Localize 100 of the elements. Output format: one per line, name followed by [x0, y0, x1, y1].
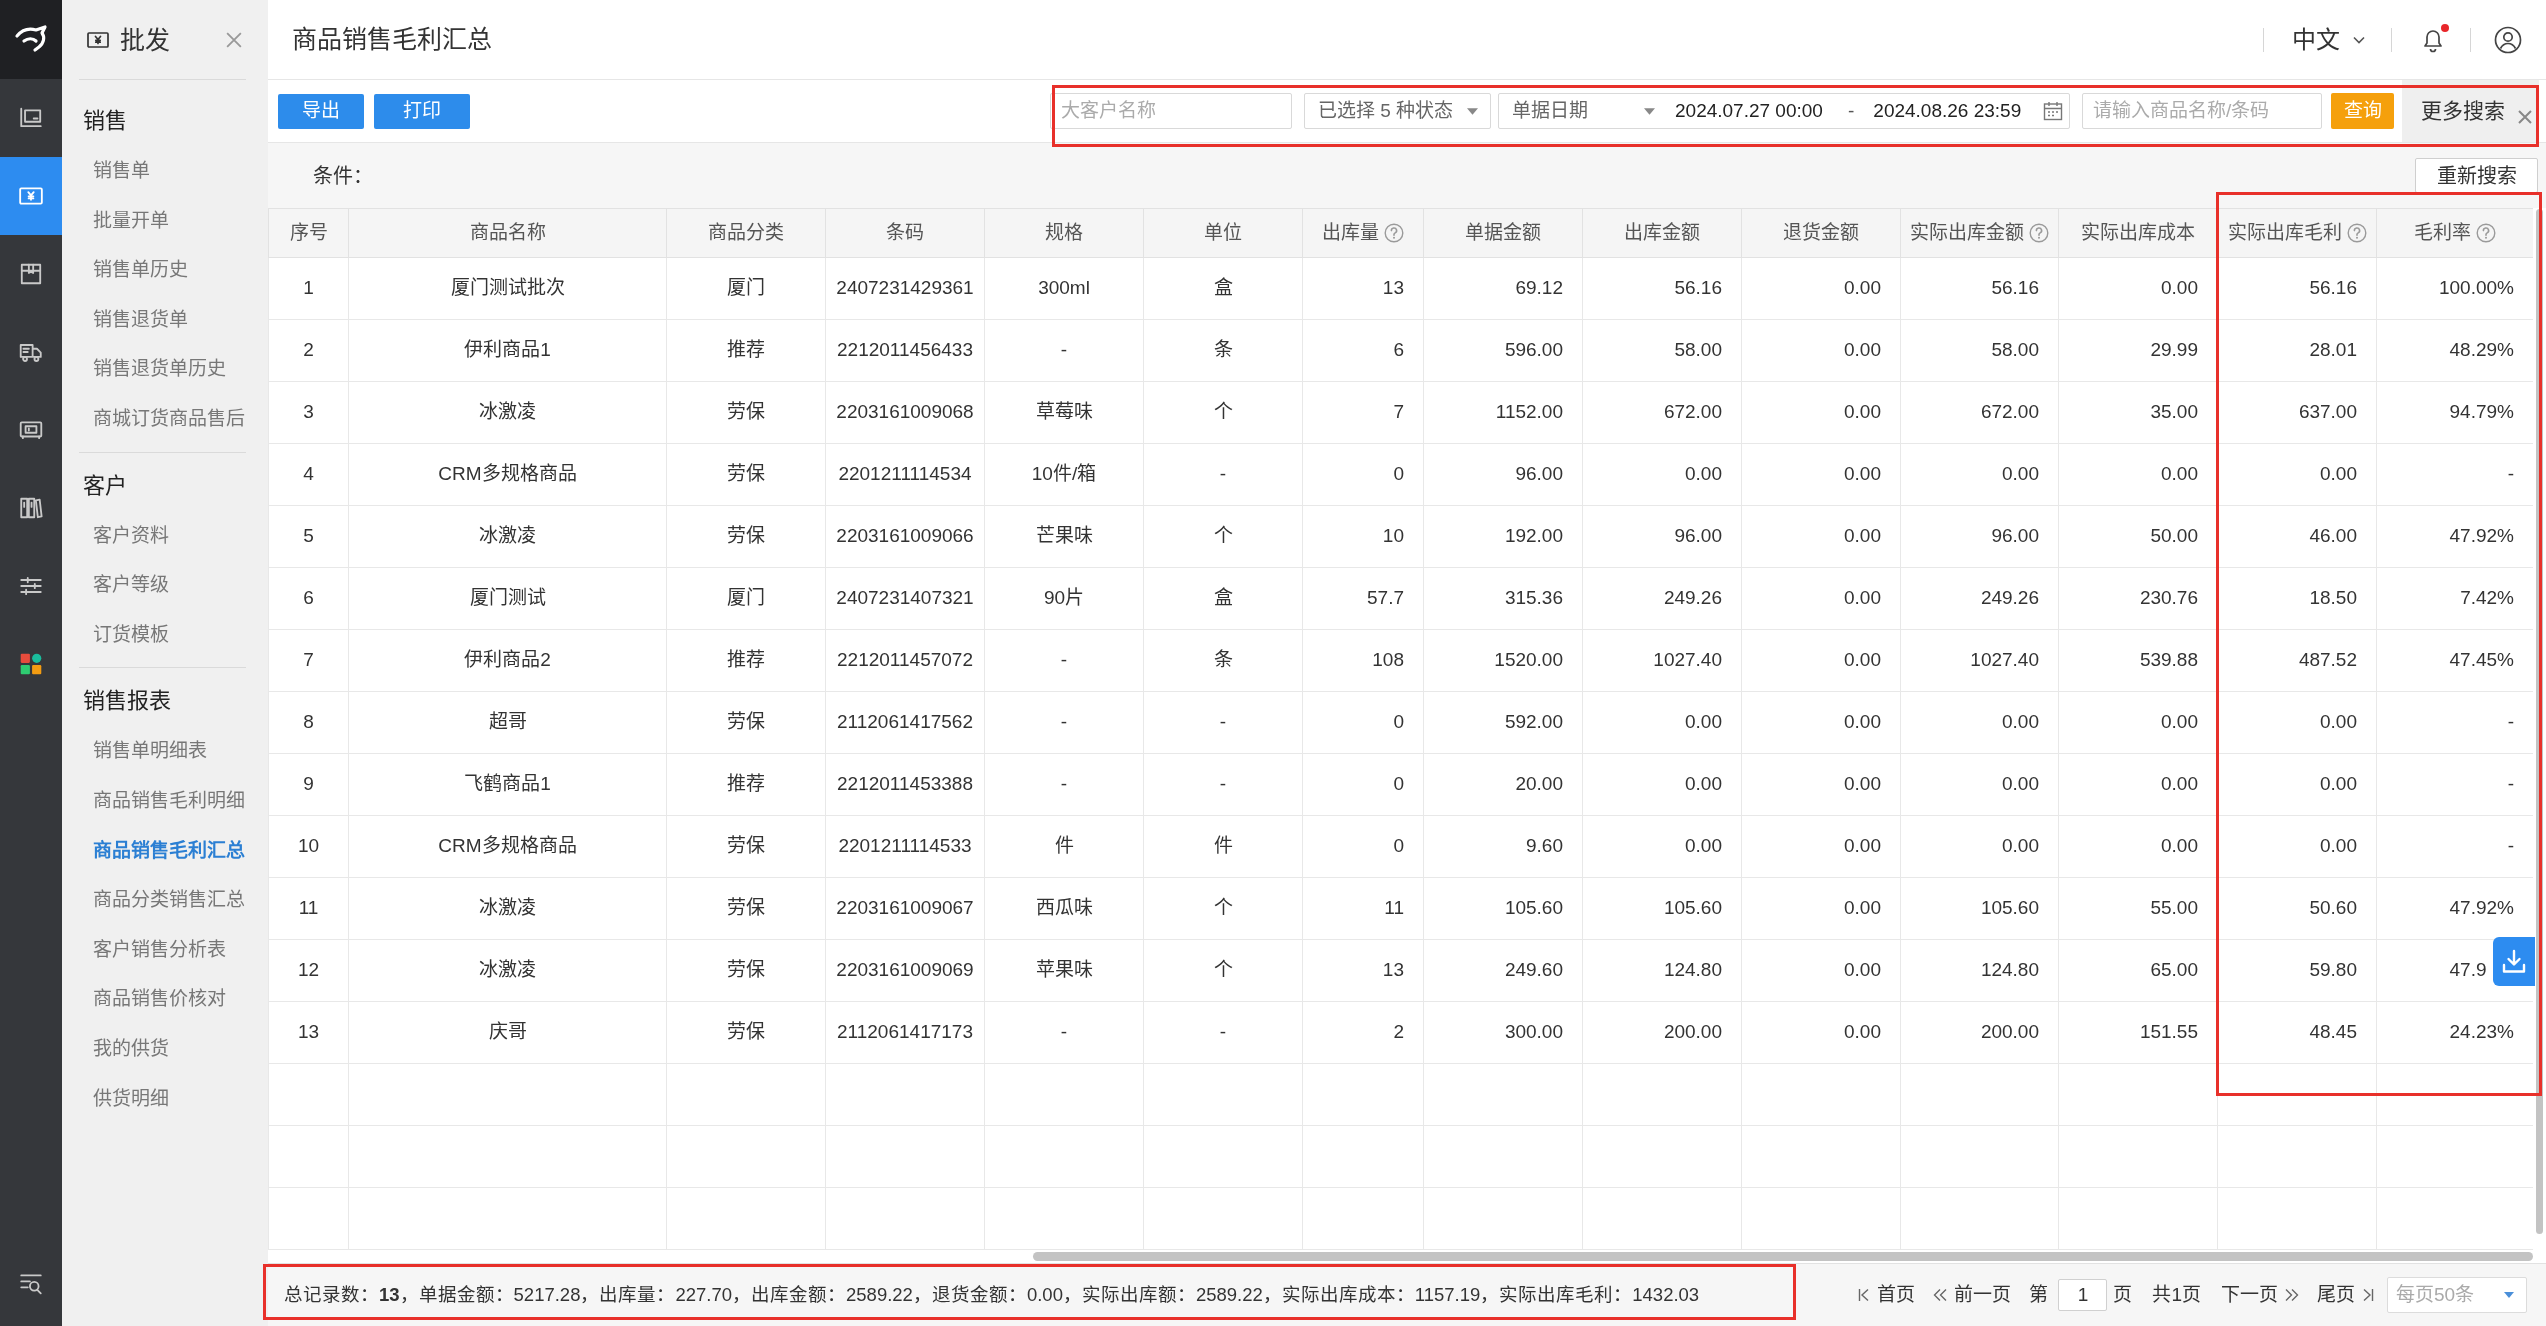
table-cell: 592.00	[1423, 691, 1583, 754]
date-to-field[interactable]: 2024.08.26 23:59	[1873, 98, 2032, 124]
table-cell: 2201211114534	[825, 443, 985, 506]
section-title: 销售报表	[82, 687, 172, 716]
horizontal-scrollbar[interactable]	[1033, 1252, 2533, 1261]
previous-page-link[interactable]: 前一页	[1933, 1282, 2012, 1308]
table-cell: 劳保	[666, 877, 826, 940]
table-cell: 伊利商品2	[348, 629, 667, 692]
table-cell: 0.00	[1582, 443, 1742, 506]
user-icon[interactable]	[2494, 25, 2522, 54]
sidebar-item[interactable]: 供货明细	[79, 1073, 246, 1124]
help-icon[interactable]	[2029, 223, 2049, 244]
download-button[interactable]	[2493, 937, 2535, 986]
table-cell: 0.00	[1582, 753, 1742, 816]
vertical-scrollbar[interactable]	[2536, 209, 2543, 1234]
table-cell: 249.26	[1582, 567, 1742, 630]
toolbar-button[interactable]: 打印	[374, 93, 470, 129]
table-cell: 劳保	[666, 505, 826, 568]
table-cell: 条	[1143, 629, 1303, 692]
table-cell: 盒	[1143, 567, 1303, 630]
table-cell: 56.16	[1582, 257, 1742, 320]
status-select[interactable]: 已选择 5 种状态	[1304, 93, 1491, 129]
table-cell: 0.00	[1741, 443, 1901, 506]
help-icon[interactable]	[1384, 223, 1404, 244]
table-cell: 飞鹤商品1	[348, 753, 667, 816]
sidebar-item[interactable]: 商品销售毛利明细	[79, 775, 246, 826]
table-cell: 0.00	[1900, 691, 2059, 754]
table-cell: 0.00	[1582, 691, 1742, 754]
table-cell: 劳保	[666, 1001, 826, 1064]
table-cell: 0.00	[1741, 505, 1901, 568]
close-icon[interactable]	[2518, 110, 2532, 124]
table-cell: 69.12	[1423, 257, 1583, 320]
close-icon[interactable]	[226, 31, 242, 48]
table-cell: 10	[268, 815, 349, 878]
customer-search-field[interactable]: 大客户名称	[1050, 93, 1292, 129]
table-cell: 庆哥	[348, 1001, 667, 1064]
table-cell: 劳保	[666, 691, 826, 754]
help-icon[interactable]	[2476, 223, 2496, 244]
table-cell: 冰激凌	[348, 939, 667, 1002]
sidebar-item[interactable]: 客户销售分析表	[79, 924, 246, 975]
table-cell: 200.00	[1900, 1001, 2059, 1064]
sidebar-item[interactable]: 我的供货	[79, 1023, 246, 1074]
table-cell: -	[984, 691, 1144, 754]
table-cell: -	[984, 753, 1144, 816]
table-cell: 苹果味	[984, 939, 1144, 1002]
sidebar-item[interactable]: 商品分类销售汇总	[79, 875, 246, 925]
search-button[interactable]: 查询	[2331, 93, 2394, 129]
summary-text: 总记录数：13，单据金额：5217.28，出库量：227.70，出库金额：2589.22，退货金额：0.00，实际出库额：2589.22，实际出库成本：1157.19，实际出库毛利：1432.03	[284, 1282, 1700, 1307]
table-cell: 2203161009067	[825, 877, 985, 940]
table-cell: 3	[268, 381, 349, 444]
date-type-select[interactable]: 单据日期	[1499, 94, 1675, 128]
sidebar-item[interactable]: 客户等级	[79, 560, 246, 610]
table-cell: 厦门	[666, 567, 826, 630]
table-cell: 伊利商品1	[348, 319, 667, 382]
table-cell: -	[1143, 443, 1303, 506]
sidebar-item[interactable]: 订货模板	[79, 609, 246, 660]
logo-icon	[0, 0, 62, 79]
page-number-field[interactable]: 1	[2058, 1279, 2108, 1311]
table-cell: 推荐	[666, 629, 826, 692]
table-cell: 个	[1143, 381, 1303, 444]
more-search-button[interactable]: 更多搜索	[2402, 80, 2539, 142]
table-cell: 0	[1302, 753, 1424, 816]
table-cell: 28.01	[2217, 319, 2377, 382]
page-size-select[interactable]: 每页50条	[2387, 1277, 2527, 1313]
export-button[interactable]: 导出	[278, 93, 364, 129]
table-cell: 盒	[1143, 257, 1303, 320]
table-cell: 105.60	[1900, 877, 2059, 940]
last-page-link[interactable]: 尾页	[2317, 1282, 2374, 1308]
page-total: 共1页	[2152, 1282, 2201, 1307]
table-cell: 条	[1143, 319, 1303, 382]
section-title: 销售	[82, 107, 128, 135]
table-cell: 9.60	[1423, 815, 1583, 878]
sidebar-item[interactable]: 销售退货单历史	[79, 344, 246, 394]
next-page-link[interactable]: 下一页	[2221, 1282, 2299, 1308]
calendar-icon[interactable]	[2043, 101, 2063, 121]
table-cell: 5	[268, 505, 349, 568]
table-cell: 1027.40	[1900, 629, 2059, 692]
language-dropdown[interactable]: 中文	[2292, 23, 2365, 56]
table-cell: -	[1143, 691, 1303, 754]
table-cell: 个	[1143, 877, 1303, 940]
reset-search-button[interactable]: 重新搜索	[2415, 158, 2538, 193]
first-page-link[interactable]: 首页	[1858, 1282, 1916, 1308]
date-from-field[interactable]: 2024.07.27 00:00	[1675, 98, 1833, 124]
sidebar-item[interactable]: 销售单明细表	[79, 726, 246, 776]
table-cell: 0.00	[1741, 381, 1901, 444]
sidebar-item[interactable]: 销售单历史	[79, 245, 246, 295]
sidebar-item[interactable]: 商品销售毛利汇总	[79, 825, 246, 876]
double-chevron-left-icon	[1933, 1288, 1948, 1302]
product-search-field[interactable]: 请输入商品名称/条码	[2082, 93, 2322, 129]
sidebar-item[interactable]: 商城订货商品售后	[79, 393, 246, 444]
help-icon[interactable]	[2346, 223, 2367, 244]
column-header: 商品名称	[469, 220, 546, 245]
sidebar-item[interactable]: 销售退货单	[79, 294, 246, 345]
first-page-icon	[1858, 1288, 1871, 1302]
table-cell: 劳保	[666, 939, 826, 1002]
sidebar-item[interactable]: 批量开单	[79, 195, 246, 246]
sidebar-item[interactable]: 商品销售价核对	[79, 974, 246, 1024]
sidebar-item[interactable]: 客户资料	[79, 510, 246, 561]
sidebar-item[interactable]: 销售单	[79, 146, 246, 196]
table-cell: 0.00	[1582, 815, 1742, 878]
